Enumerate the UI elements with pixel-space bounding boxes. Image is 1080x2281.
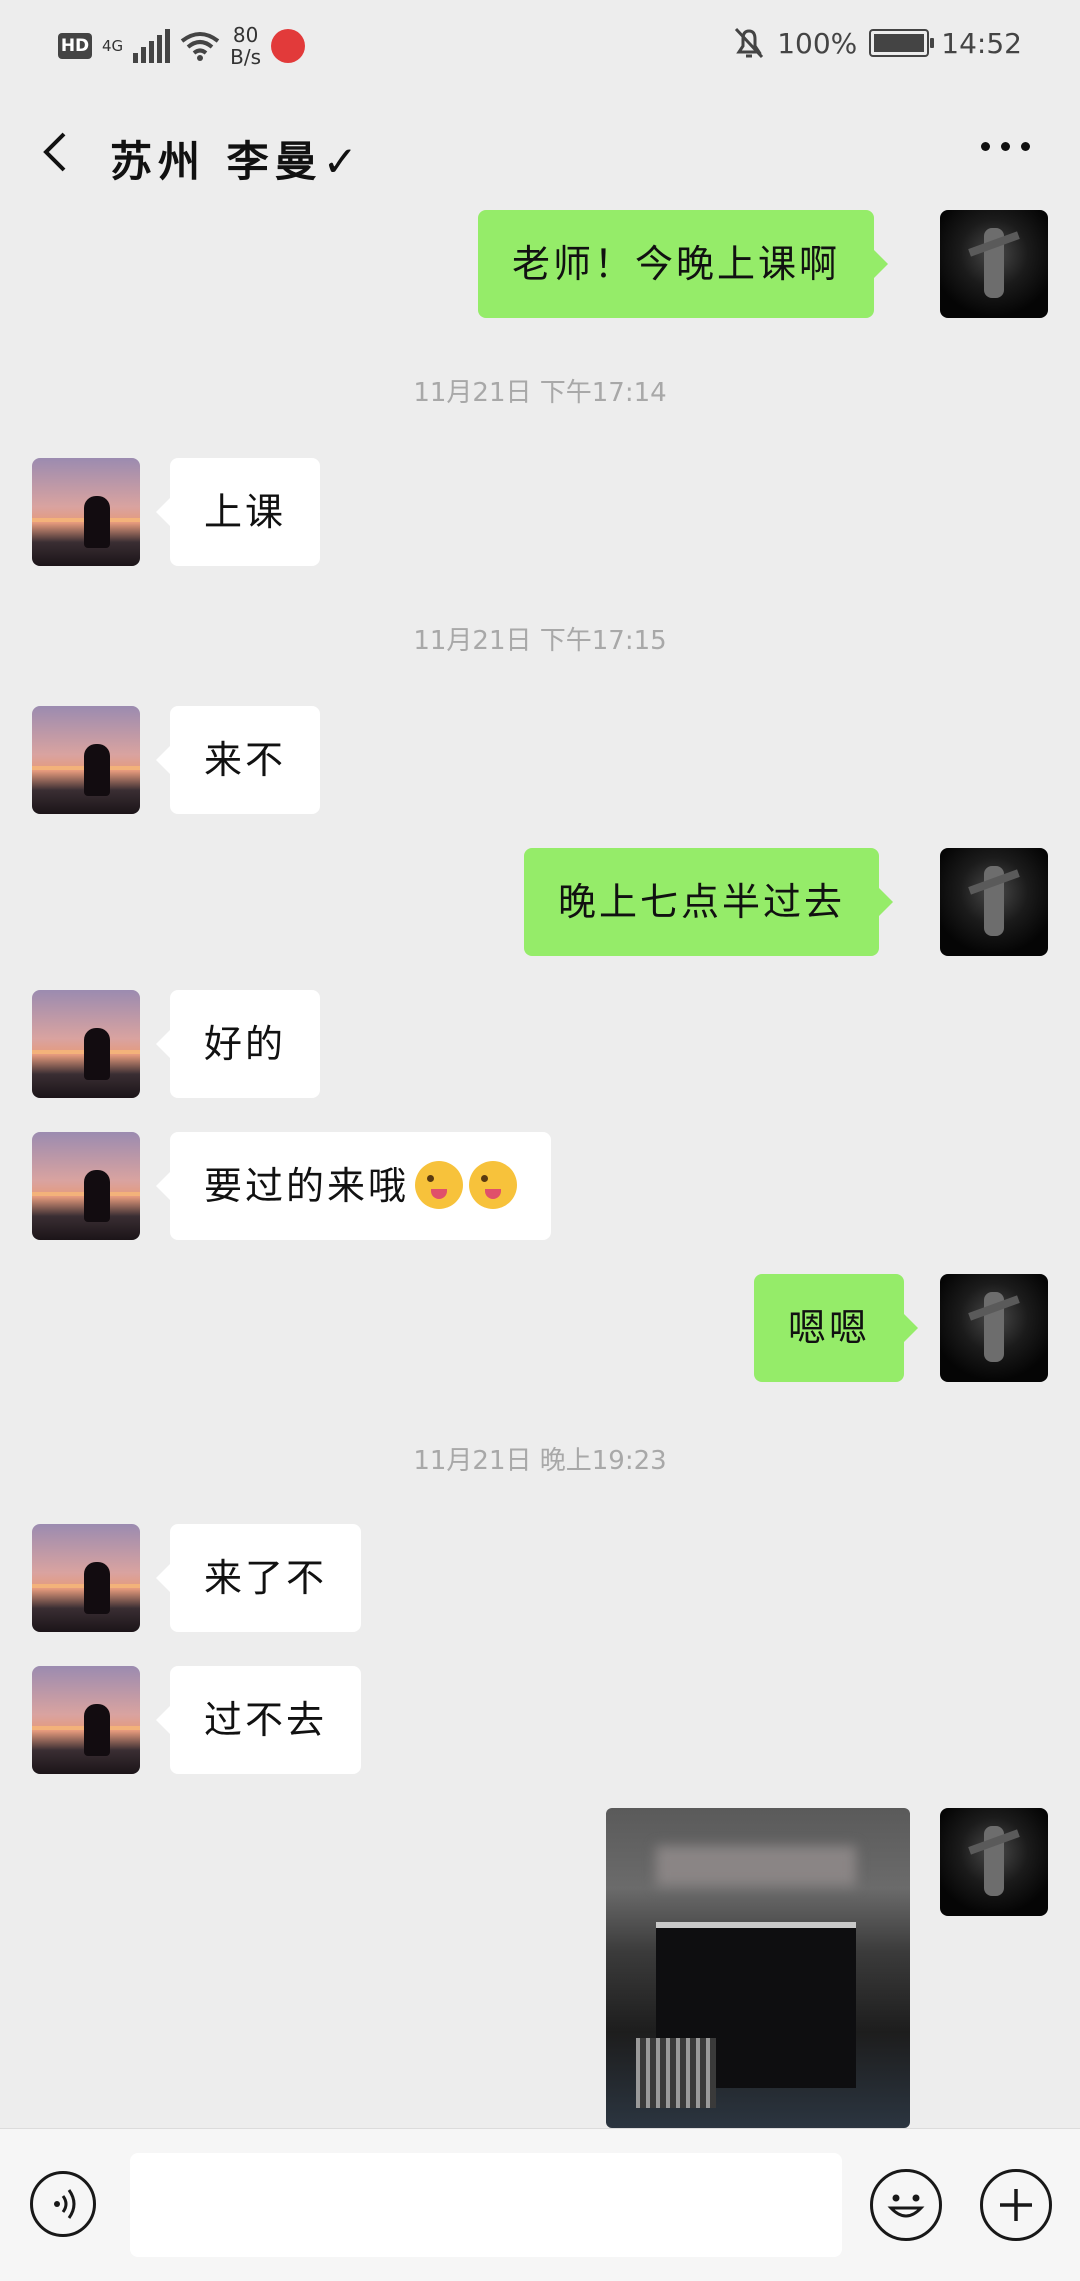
status-right: 100% 14:52 xyxy=(733,26,1022,60)
more-button[interactable] xyxy=(981,142,1030,151)
timestamp: 11月21日 晚上19:23 xyxy=(413,1446,667,1476)
battery-percent: 100% xyxy=(777,26,858,60)
my-avatar[interactable] xyxy=(940,1274,1048,1382)
my-avatar[interactable] xyxy=(940,848,1048,956)
hd-badge: HD xyxy=(58,33,92,59)
contact-avatar[interactable] xyxy=(32,706,140,814)
my-avatar[interactable] xyxy=(940,210,1048,318)
message-bubble-incoming[interactable]: 上课 xyxy=(155,458,321,566)
emoji-button[interactable] xyxy=(870,2169,942,2241)
message-bubble-incoming[interactable]: 来了不 xyxy=(155,1524,362,1632)
message-bubble-incoming[interactable]: 来不 xyxy=(155,706,321,814)
message-bubble-outgoing[interactable]: 嗯嗯 xyxy=(754,1274,919,1382)
signal-icon xyxy=(133,29,171,63)
chat-title: 苏州 李曼✓ xyxy=(110,137,364,186)
battery-icon xyxy=(869,29,935,57)
message-text: 要过的来哦 xyxy=(204,1164,410,1208)
more-horizontal-icon xyxy=(981,142,990,151)
chevron-left-icon xyxy=(43,132,66,172)
wifi-icon xyxy=(180,32,220,61)
smiley-icon xyxy=(887,2194,925,2218)
message-bubble-incoming[interactable]: 过不去 xyxy=(155,1666,362,1774)
contact-avatar[interactable] xyxy=(32,458,140,566)
message-bubble-outgoing[interactable]: 老师！今晚上课啊 xyxy=(478,210,889,318)
speed-value: 80 xyxy=(232,23,259,47)
network-speed: 80 B/s xyxy=(230,24,261,68)
back-button[interactable] xyxy=(30,122,90,182)
contact-avatar[interactable] xyxy=(32,1524,140,1632)
network-type: 4G xyxy=(102,37,124,55)
notification-app-icon xyxy=(271,29,306,63)
contact-avatar[interactable] xyxy=(32,1132,140,1240)
message-bubble-incoming[interactable]: 要过的来哦 xyxy=(155,1132,552,1240)
plus-icon xyxy=(1000,2189,1032,2221)
voice-icon xyxy=(54,2189,76,2219)
wink-tongue-emoji-icon xyxy=(469,1160,518,1209)
contact-avatar[interactable] xyxy=(32,1666,140,1774)
timestamp: 11月21日 下午17:15 xyxy=(413,626,667,656)
status-bar: HD 4G 80 B/s 100% 14:52 xyxy=(0,0,1080,92)
bell-off-icon xyxy=(735,27,764,59)
chat-header: 苏州 李曼✓ xyxy=(0,92,1080,218)
contact-avatar[interactable] xyxy=(32,990,140,1098)
message-bubble-incoming[interactable]: 好的 xyxy=(155,990,321,1098)
plus-button[interactable] xyxy=(980,2169,1052,2241)
message-input[interactable] xyxy=(130,2153,842,2257)
clock: 14:52 xyxy=(941,26,1022,60)
message-image-outgoing[interactable] xyxy=(606,1808,910,2128)
timestamp: 11月21日 下午17:14 xyxy=(413,378,667,408)
status-left: HD 4G 80 B/s xyxy=(58,24,306,68)
wink-tongue-emoji-icon xyxy=(415,1160,464,1209)
voice-button[interactable] xyxy=(30,2171,96,2237)
speed-unit: B/s xyxy=(230,45,262,69)
my-avatar[interactable] xyxy=(940,1808,1048,1916)
input-bar xyxy=(0,2128,1080,2281)
message-bubble-outgoing[interactable]: 晚上七点半过去 xyxy=(524,848,894,956)
